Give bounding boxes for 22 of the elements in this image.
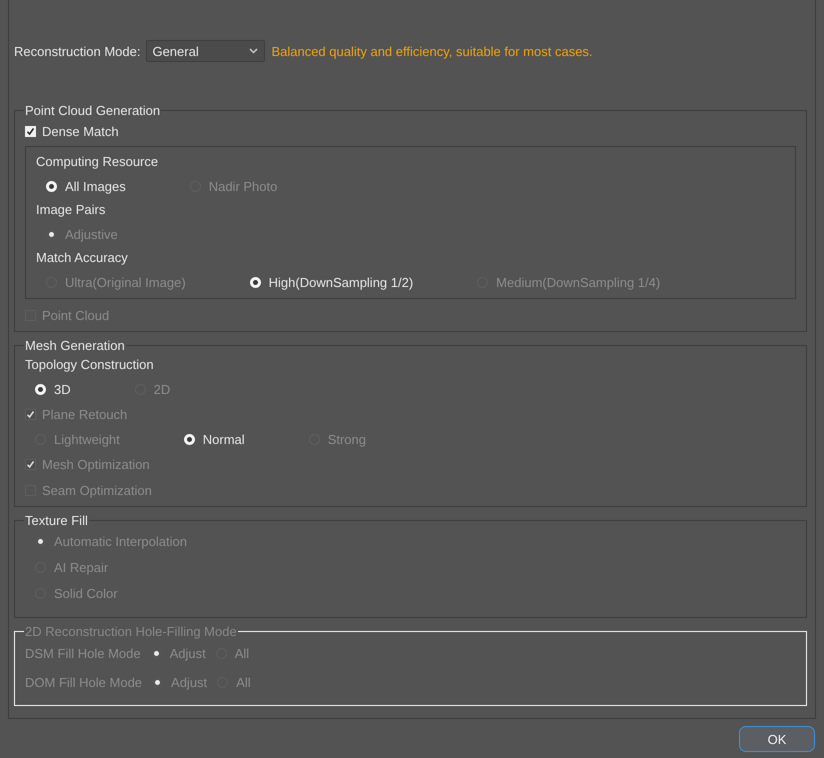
ok-button[interactable]: OK [739, 726, 815, 752]
group-title: Point Cloud Generation [24, 103, 162, 118]
section-label: Match Accuracy [36, 249, 129, 267]
section-label: Topology Construction [25, 356, 155, 374]
chevron-down-icon [249, 48, 258, 54]
radio-option[interactable]: All Images [46, 178, 126, 194]
checkbox-option[interactable]: Dense Match [25, 124, 119, 138]
group-title: Texture Fill [24, 513, 89, 528]
radio-option[interactable]: 3D [35, 382, 71, 396]
mode-dropdown[interactable]: General [146, 40, 266, 62]
group-title: Mesh Generation [24, 338, 126, 353]
check-icon [26, 126, 35, 136]
field-label: Reconstruction Mode: [14, 44, 140, 58]
section-label: Image Pairs [36, 201, 106, 219]
hint-text: Balanced quality and efficiency, suitable for most cases. [271, 44, 593, 58]
field-label: DOM Fill Hole Mode [25, 675, 142, 690]
section-label: Computing Resource [36, 153, 160, 171]
radio-option[interactable]: High(DownSampling 1/2) [250, 274, 414, 290]
field-label: DSM Fill Hole Mode [25, 646, 141, 661]
radio-option[interactable]: Normal [184, 432, 245, 446]
check-icon [26, 460, 35, 468]
check-icon [26, 410, 35, 418]
